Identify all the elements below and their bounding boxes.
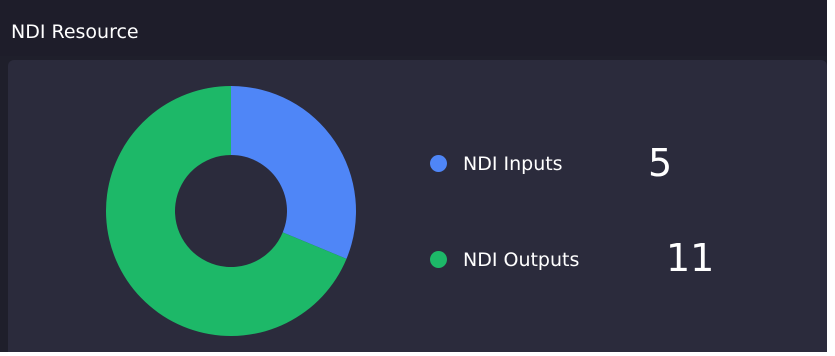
inputs-legend-label: NDI Inputs [463,153,563,175]
inputs-count: 5 [648,141,673,185]
widget-title: NDI Resource [11,21,139,43]
outputs-count: 11 [666,236,715,280]
widget-body: NDI Inputs 5 NDI Outputs 11 [8,60,827,352]
ndi-resource-widget: NDI Resource NDI Inputs 5 NDI Outputs 11 [0,0,827,352]
donut-slice-ndi-inputs [231,86,356,259]
widget-header: NDI Resource [0,0,827,56]
ndi-donut-chart [106,86,356,336]
outputs-legend-dot [430,251,447,268]
outputs-legend-label: NDI Outputs [463,249,580,271]
inputs-legend-dot [430,155,447,172]
